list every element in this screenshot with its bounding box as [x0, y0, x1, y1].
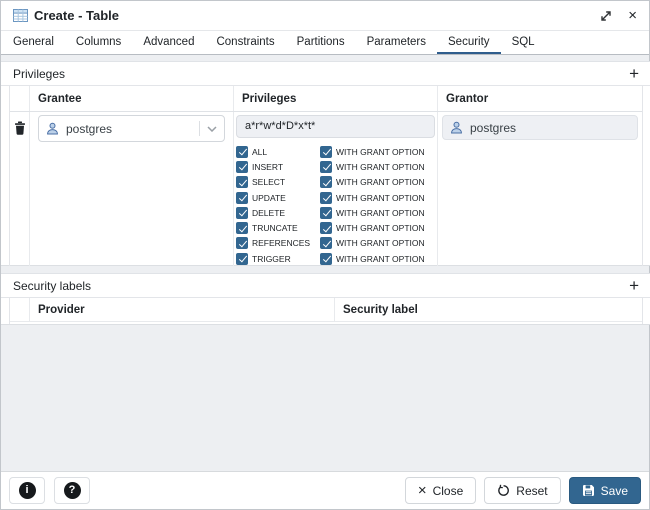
security-labels-grid-header: Provider Security label [10, 298, 642, 322]
tab-general[interactable]: General [2, 31, 65, 54]
close-button[interactable]: × Close [405, 477, 476, 504]
add-security-label-button[interactable]: + [629, 279, 639, 293]
privileges-string-input[interactable]: a*r*w*d*D*x*t* [236, 115, 435, 138]
checkbox-all-with-grant[interactable] [320, 146, 332, 158]
tab-constraints[interactable]: Constraints [205, 31, 285, 54]
checkbox-select[interactable] [236, 176, 248, 188]
titlebar: Create - Table × [1, 1, 649, 31]
add-privilege-button[interactable]: + [629, 67, 639, 81]
privilege-checkbox-list: ALL WITH GRANT OPTION INSERT [236, 144, 437, 266]
info-button[interactable]: i [9, 477, 45, 504]
expand-icon[interactable] [600, 10, 612, 22]
delete-row-button[interactable] [10, 112, 30, 266]
privilege-row: postgres a*r*w*d*D*x*t* [10, 112, 642, 266]
save-button[interactable]: Save [569, 477, 641, 504]
checkbox-trigger[interactable] [236, 253, 248, 265]
grantor-column-header: Grantor [438, 86, 642, 111]
privilege-item-references: REFERENCES WITH GRANT OPTION [236, 236, 437, 251]
privilege-item-delete: DELETE WITH GRANT OPTION [236, 205, 437, 220]
footer: i ? × Close Reset [1, 471, 649, 509]
info-icon: i [19, 482, 36, 499]
privilege-item-truncate: TRUNCATE WITH GRANT OPTION [236, 220, 437, 235]
tab-partitions[interactable]: Partitions [286, 31, 356, 54]
tab-advanced[interactable]: Advanced [132, 31, 205, 54]
save-icon [582, 484, 595, 497]
close-x-icon: × [418, 483, 427, 498]
checkbox-references-with-grant[interactable] [320, 237, 332, 249]
provider-column-header: Provider [30, 298, 335, 321]
checkbox-truncate-with-grant[interactable] [320, 222, 332, 234]
grantor-value: postgres [470, 121, 516, 135]
grantee-column-header: Grantee [30, 86, 234, 111]
tab-sql[interactable]: SQL [501, 31, 546, 54]
checkbox-insert-with-grant[interactable] [320, 161, 332, 173]
privileges-section-title: Privileges [13, 67, 65, 81]
tabbar: General Columns Advanced Constraints Par… [1, 31, 649, 55]
privilege-item-trigger: TRIGGER WITH GRANT OPTION [236, 251, 437, 266]
privileges-panel: Privileges + Grantee Privileges Grantor [1, 61, 650, 266]
security-labels-section-title: Security labels [13, 279, 91, 293]
tab-columns[interactable]: Columns [65, 31, 132, 54]
grantor-field: postgres [442, 115, 638, 140]
security-labels-panel: Security labels + Provider Security labe… [1, 273, 650, 325]
help-button[interactable]: ? [54, 477, 90, 504]
privilege-item-update: UPDATE WITH GRANT OPTION [236, 190, 437, 205]
checkbox-update[interactable] [236, 192, 248, 204]
privilege-item-all: ALL WITH GRANT OPTION [236, 144, 437, 159]
dialog-title: Create - Table [34, 8, 119, 23]
checkbox-references[interactable] [236, 237, 248, 249]
privilege-item-insert: INSERT WITH GRANT OPTION [236, 159, 437, 174]
privilege-item-select: SELECT WITH GRANT OPTION [236, 175, 437, 190]
close-icon[interactable]: × [628, 8, 637, 23]
user-icon [46, 122, 59, 135]
user-icon [450, 121, 463, 134]
grantee-value: postgres [66, 122, 112, 136]
help-icon: ? [64, 482, 81, 499]
checkbox-delete-with-grant[interactable] [320, 207, 332, 219]
checkbox-truncate[interactable] [236, 222, 248, 234]
checkbox-trigger-with-grant[interactable] [320, 253, 332, 265]
grantee-select[interactable]: postgres [38, 115, 225, 142]
table-icon [13, 9, 28, 22]
checkbox-all[interactable] [236, 146, 248, 158]
reset-icon [497, 484, 510, 497]
reset-button[interactable]: Reset [484, 477, 560, 504]
checkbox-select-with-grant[interactable] [320, 176, 332, 188]
checkbox-update-with-grant[interactable] [320, 192, 332, 204]
select-separator [199, 121, 200, 136]
trash-icon [14, 121, 26, 266]
create-table-dialog: Create - Table × General Columns Advance… [0, 0, 650, 510]
checkbox-delete[interactable] [236, 207, 248, 219]
privileges-column-header: Privileges [234, 86, 438, 111]
tab-parameters[interactable]: Parameters [356, 31, 437, 54]
security-label-column-header: Security label [335, 298, 642, 321]
checkbox-insert[interactable] [236, 161, 248, 173]
chevron-down-icon[interactable] [207, 126, 217, 132]
tab-security[interactable]: Security [437, 31, 501, 54]
privileges-grid-header: Grantee Privileges Grantor [10, 86, 642, 112]
